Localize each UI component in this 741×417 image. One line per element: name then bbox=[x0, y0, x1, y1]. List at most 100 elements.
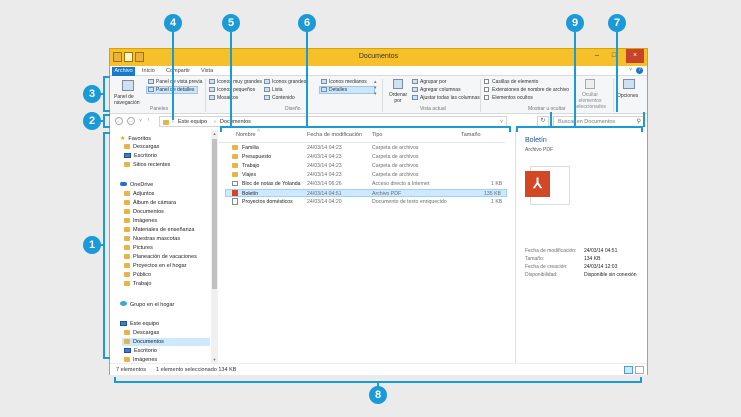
nav-item[interactable]: Sitios recientes bbox=[124, 162, 170, 168]
nav-item[interactable]: Imágenes bbox=[124, 218, 157, 224]
add-columns-button[interactable]: Agregar columnas bbox=[420, 87, 461, 93]
column-type[interactable]: Tipo bbox=[372, 132, 383, 138]
extra-large-icons-icon bbox=[209, 79, 215, 84]
large-icons-view-icon[interactable] bbox=[635, 366, 644, 374]
small-icons-icon bbox=[209, 87, 215, 92]
file-extensions-label: Extensiones de nombre de archivo bbox=[492, 87, 569, 93]
ribbon-tabs: Archivo Inicio Compartir Vista ˅ ? bbox=[110, 66, 647, 76]
divider bbox=[205, 79, 206, 112]
file-row[interactable]: Proyectos domésticos 24/03/14 04:20 Docu… bbox=[225, 198, 507, 206]
internet-shortcut-icon bbox=[232, 181, 238, 186]
callout-bracket-3 bbox=[103, 76, 110, 112]
computer-icon bbox=[120, 321, 127, 326]
details-pane-button[interactable]: Panel de detalles bbox=[156, 87, 194, 93]
address-dropdown-icon[interactable]: ˅ bbox=[500, 119, 503, 125]
callout-1: 1 bbox=[83, 236, 101, 254]
nav-pane-button[interactable]: Panel de navegación bbox=[114, 94, 144, 106]
file-row[interactable]: Presupuesto 24/03/14 04:23 Carpeta de ar… bbox=[225, 153, 507, 161]
scroll-thumb[interactable] bbox=[212, 139, 217, 289]
nav-item[interactable]: Pictures bbox=[124, 245, 153, 251]
fit-columns-icon bbox=[412, 95, 418, 100]
layout-content[interactable]: Contenido bbox=[272, 95, 295, 101]
fit-columns-button[interactable]: Ajustar todas las columnas bbox=[420, 95, 480, 101]
file-row-selected[interactable]: Boletín 24/03/14 04:51 Archivo PDF 135 K… bbox=[225, 189, 507, 197]
layout-details[interactable]: Detalles bbox=[329, 87, 347, 93]
help-icon[interactable]: ? bbox=[636, 67, 643, 74]
hide-selected-button[interactable]: Ocultar elementos seleccionados bbox=[570, 92, 610, 110]
nav-item[interactable]: Escritorio bbox=[124, 348, 157, 354]
forward-icon[interactable]: → bbox=[127, 117, 135, 125]
column-name[interactable]: Nombre bbox=[236, 132, 256, 138]
nav-item[interactable]: Álbum de cámara bbox=[124, 200, 176, 206]
details-view-icon[interactable] bbox=[624, 366, 633, 374]
navigation-pane-icon[interactable] bbox=[122, 80, 134, 91]
nav-item[interactable]: Proyectos en el hogar bbox=[124, 263, 187, 269]
layout-large-icons[interactable]: Iconos grandes bbox=[272, 79, 306, 85]
folder-icon bbox=[124, 272, 130, 277]
nav-homegroup[interactable]: Grupo en el hogar bbox=[120, 301, 174, 308]
nav-item[interactable]: Materiales de enseñanza bbox=[124, 227, 194, 233]
layout-scroll-icon[interactable]: ▴ ▾ ▾ bbox=[374, 79, 377, 97]
nav-favorites[interactable]: ★ Favoritos bbox=[120, 135, 151, 142]
add-columns-icon bbox=[412, 87, 418, 92]
group-by-button[interactable]: Agrupar por bbox=[420, 79, 446, 85]
nav-item[interactable]: Planeación de vacaciones bbox=[124, 254, 197, 260]
sort-by-button[interactable]: Ordenar por bbox=[387, 92, 409, 104]
tab-home[interactable]: Inicio bbox=[142, 67, 155, 76]
nav-item[interactable]: Escritorio bbox=[124, 153, 157, 159]
hidden-items-checkbox[interactable] bbox=[484, 95, 489, 100]
column-date[interactable]: Fecha de modificación bbox=[307, 132, 362, 138]
preview-pane-button[interactable]: Panel de vista previa bbox=[156, 79, 202, 85]
recent-places-icon bbox=[124, 162, 130, 167]
breadcrumb-documents[interactable]: Documentos bbox=[220, 119, 251, 125]
medium-icons-icon bbox=[321, 79, 327, 84]
file-row[interactable]: Trabajo 24/03/14 04:23 Carpeta de archiv… bbox=[225, 162, 507, 170]
back-icon[interactable]: ← bbox=[115, 117, 123, 125]
nav-scrollbar[interactable]: ▲ ▼ bbox=[211, 130, 218, 363]
breadcrumb-this-pc[interactable]: Este equipo bbox=[178, 119, 207, 125]
nav-this-pc[interactable]: Este equipo bbox=[120, 321, 159, 327]
nav-item[interactable]: Descargas bbox=[124, 144, 159, 150]
nav-item[interactable]: Adjuntos bbox=[124, 191, 154, 197]
panes-group-label: Paneles bbox=[150, 106, 169, 112]
item-checkboxes-checkbox[interactable] bbox=[484, 79, 489, 84]
scroll-down-icon[interactable]: ▼ bbox=[211, 357, 218, 362]
folder-icon bbox=[232, 154, 238, 159]
callout-9: 9 bbox=[566, 14, 584, 32]
file-row[interactable]: Viajes 24/03/14 04:23 Carpeta de archivo… bbox=[225, 171, 507, 179]
scroll-up-icon[interactable]: ▲ bbox=[211, 131, 218, 136]
layout-xl-icons[interactable]: Iconos muy grandes bbox=[217, 79, 262, 85]
close-icon[interactable]: × bbox=[626, 49, 644, 63]
list-icon bbox=[264, 87, 270, 92]
nav-item[interactable]: Trabajo bbox=[124, 281, 151, 287]
column-size[interactable]: Tamaño bbox=[461, 132, 481, 138]
nav-item[interactable]: Descargas bbox=[124, 330, 159, 336]
folder-icon bbox=[124, 227, 130, 232]
pdf-icon: ⅄ bbox=[525, 171, 550, 197]
nav-onedrive[interactable]: OneDrive bbox=[120, 182, 153, 188]
nav-item[interactable]: Público bbox=[124, 272, 151, 278]
up-arrow-icon[interactable]: ↑ bbox=[147, 117, 150, 123]
maximize-icon[interactable]: □ bbox=[607, 49, 621, 63]
minimize-icon[interactable]: – bbox=[590, 49, 604, 63]
chevron-down-icon[interactable]: ˅ bbox=[629, 67, 632, 73]
tab-file[interactable]: Archivo bbox=[112, 67, 135, 76]
item-count: 7 elementos bbox=[116, 367, 146, 373]
nav-item[interactable]: Documentos bbox=[124, 209, 164, 215]
layout-small-icons[interactable]: Iconos pequeños bbox=[217, 87, 255, 93]
nav-item[interactable]: Nuestras mascotas bbox=[124, 236, 180, 242]
ribbon: Panel de navegación Panel de vista previ… bbox=[110, 76, 647, 114]
file-row[interactable]: Familia 24/03/14 04:23 Carpeta de archiv… bbox=[225, 144, 507, 152]
layout-medium-icons[interactable]: Iconos medianos bbox=[329, 79, 367, 85]
layout-list[interactable]: Lista bbox=[272, 87, 283, 93]
tab-view[interactable]: Vista bbox=[201, 67, 213, 76]
recent-chevron-icon[interactable]: ˅ bbox=[139, 118, 142, 124]
details-pane-icon bbox=[148, 87, 154, 92]
tab-share[interactable]: Compartir bbox=[166, 67, 190, 76]
details-icon bbox=[321, 87, 327, 92]
nav-item-selected[interactable]: Documentos bbox=[122, 338, 210, 346]
file-extensions-checkbox[interactable] bbox=[484, 87, 489, 92]
layout-tiles[interactable]: Mosaicos bbox=[217, 95, 238, 101]
options-button[interactable]: Opciones bbox=[617, 93, 638, 99]
file-row[interactable]: Bloc de notas de Yolanda 24/03/14 06:26 … bbox=[225, 180, 507, 188]
